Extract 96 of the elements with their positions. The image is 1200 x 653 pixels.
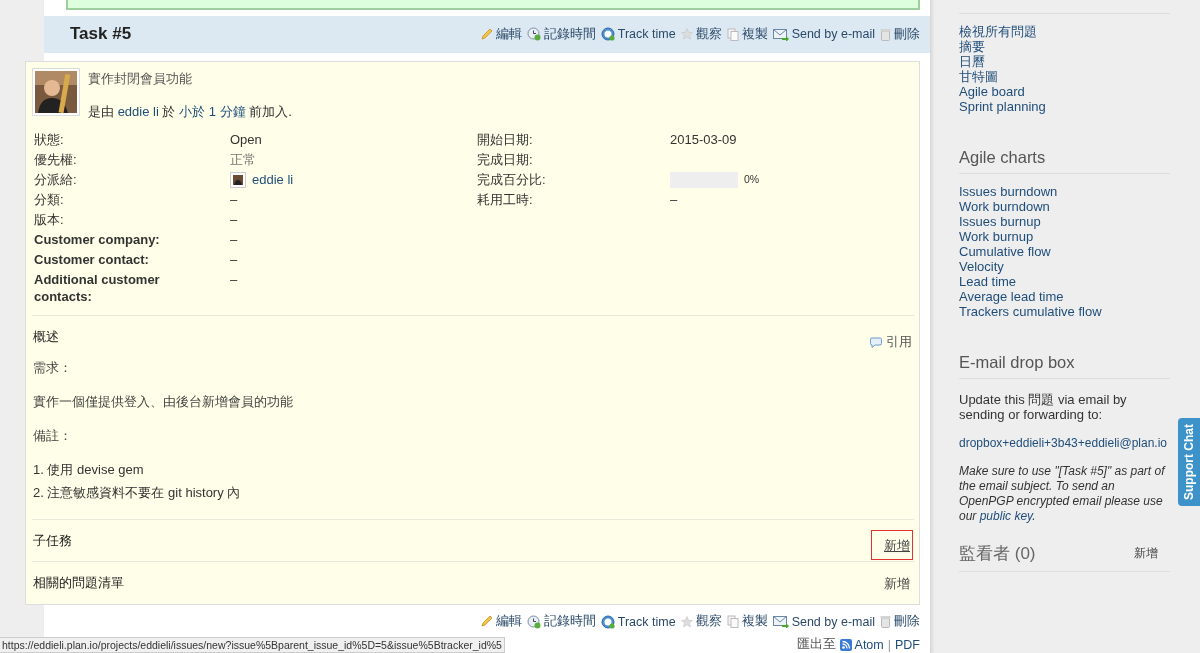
section-heading: 子任務 bbox=[33, 531, 72, 550]
email-note: Make sure to use "[Task #5]" as part of the email subject. To send an OpenPGP encrypted email please use our public key. bbox=[959, 464, 1167, 524]
sidebar-link[interactable]: Average lead time bbox=[959, 289, 1170, 304]
action-link[interactable]: Track time bbox=[600, 27, 676, 42]
field-label: Customer contact: bbox=[34, 251, 149, 268]
email-instructions: Update this 問題 via email by sending or forwarding to: bbox=[959, 392, 1128, 422]
sidebar-link[interactable]: 檢視所有問題 bbox=[959, 24, 1170, 39]
description-text: 實作一個僅提供登入、由後台新增會員的功能 bbox=[33, 393, 294, 411]
stopwatch-icon bbox=[600, 27, 615, 42]
action-link[interactable]: 編輯 bbox=[479, 613, 522, 630]
email-address-link[interactable]: dropbox+eddieli+3b43+eddieli@plan.io bbox=[959, 436, 1170, 450]
clock-icon bbox=[526, 27, 541, 42]
atom-link[interactable]: Atom bbox=[839, 637, 884, 652]
author-link[interactable]: eddie li bbox=[117, 104, 159, 119]
star-icon bbox=[680, 615, 693, 628]
sidebar-heading: 監看者 (0) bbox=[959, 543, 1036, 565]
sidebar-link[interactable]: Sprint planning bbox=[959, 99, 1170, 114]
field-value: Open bbox=[230, 131, 262, 148]
pdf-link[interactable]: PDF bbox=[895, 637, 920, 652]
author-line: 是由 eddie li 於 小於 1 分鐘 前加入. bbox=[88, 103, 292, 121]
field-label: 版本: bbox=[34, 211, 64, 228]
field-label: 開始日期: bbox=[477, 131, 533, 148]
section-heading: 概述 bbox=[33, 328, 59, 346]
user-avatar bbox=[230, 171, 246, 188]
field-value: – bbox=[230, 271, 238, 288]
action-link[interactable]: 編輯 bbox=[479, 25, 522, 43]
progress-percent: 0% bbox=[744, 172, 760, 187]
action-link[interactable]: 記錄時間 bbox=[526, 25, 596, 43]
action-link[interactable]: Track time bbox=[600, 614, 676, 629]
field-label: 完成日期: bbox=[477, 151, 533, 168]
add-link[interactable]: 新增 bbox=[871, 529, 913, 560]
sidebar-link[interactable]: Velocity bbox=[959, 259, 1170, 274]
description-text: 備註： bbox=[33, 427, 73, 445]
field-label: 分類: bbox=[34, 191, 64, 208]
field-value: – bbox=[230, 231, 238, 248]
action-link[interactable]: 複製 bbox=[726, 613, 768, 630]
quote-link[interactable]: 引用 bbox=[870, 333, 912, 351]
action-link[interactable]: 複製 bbox=[726, 25, 768, 43]
sidebar-heading: E-mail drop box bbox=[959, 353, 1076, 372]
sidebar-link[interactable]: Trackers cumulative flow bbox=[959, 304, 1170, 319]
issue-subject: 實作封閉會員功能 bbox=[88, 70, 193, 88]
separator: | bbox=[887, 637, 891, 652]
sidebar-link[interactable]: 日曆 bbox=[959, 54, 1170, 69]
description-text: 需求： bbox=[33, 359, 73, 377]
field-value: – bbox=[230, 191, 238, 208]
field-label: Additional customer contacts: bbox=[34, 271, 161, 305]
field-label: 耗用工時: bbox=[477, 191, 533, 208]
sidebar-link[interactable]: Work burndown bbox=[959, 199, 1170, 214]
action-link[interactable]: 刪除 bbox=[880, 25, 920, 43]
sidebar-link[interactable]: Work burnup bbox=[959, 229, 1170, 244]
trash-icon bbox=[880, 27, 891, 41]
user-avatar bbox=[32, 68, 80, 116]
pencil-icon bbox=[479, 615, 493, 628]
add-link[interactable]: 新增 bbox=[871, 568, 913, 598]
field-label: 完成百分比: bbox=[477, 171, 546, 188]
envelope-icon bbox=[772, 27, 789, 41]
issue-title: Task #5 bbox=[70, 24, 132, 45]
time-link[interactable]: 小於 1 分鐘 bbox=[179, 104, 246, 119]
export-label: 匯出至 bbox=[796, 636, 836, 653]
envelope-icon bbox=[772, 615, 789, 628]
sidebar-heading: Agile charts bbox=[959, 148, 1047, 167]
action-link[interactable]: 觀察 bbox=[680, 613, 722, 630]
sidebar-link[interactable]: Cumulative flow bbox=[959, 244, 1170, 259]
field-label: 優先權: bbox=[34, 151, 77, 168]
sidebar-link[interactable]: 摘要 bbox=[959, 39, 1170, 54]
speech-bubble-icon bbox=[870, 336, 882, 348]
status-bar-url: https://eddieli.plan.io/projects/eddieli/issues/new?issue%5Bparent_issue_id%5D=5&issue%5Btracker_id%5 bbox=[0, 637, 505, 653]
sidebar-link[interactable]: Agile board bbox=[959, 84, 1170, 99]
sidebar-link[interactable]: Lead time bbox=[959, 274, 1170, 289]
action-link[interactable]: 記錄時間 bbox=[526, 613, 596, 630]
assignee-link[interactable]: eddie li bbox=[252, 171, 294, 188]
list-item: 1. 使用 devise gem bbox=[33, 461, 145, 479]
copy-icon bbox=[726, 615, 739, 628]
add-watcher-link[interactable]: 新增 bbox=[1134, 545, 1158, 562]
stopwatch-icon bbox=[600, 614, 615, 629]
section-heading: 相關的問題清單 bbox=[33, 574, 124, 592]
sidebar-link[interactable]: 甘特圖 bbox=[959, 69, 1170, 84]
field-value: 2015-03-09 bbox=[670, 131, 737, 148]
star-icon bbox=[680, 28, 693, 41]
action-link[interactable]: Send by e-mail bbox=[772, 614, 875, 629]
field-value: – bbox=[230, 211, 238, 228]
sidebar-link[interactable]: Issues burnup bbox=[959, 214, 1170, 229]
action-link[interactable]: Send by e-mail bbox=[772, 27, 875, 42]
action-link[interactable]: 觀察 bbox=[680, 25, 722, 43]
trash-icon bbox=[880, 615, 891, 628]
list-item: 2. 注意敏感資料不要在 git history 內 bbox=[33, 484, 242, 502]
sidebar-link[interactable]: Issues burndown bbox=[959, 184, 1170, 199]
field-label: 分派給: bbox=[34, 171, 77, 188]
pencil-icon bbox=[479, 27, 493, 41]
action-link[interactable]: 刪除 bbox=[880, 613, 920, 630]
field-value: – bbox=[670, 191, 678, 208]
field-label: 狀態: bbox=[34, 131, 64, 148]
clock-icon bbox=[526, 614, 541, 629]
field-label: Customer company: bbox=[34, 231, 160, 248]
copy-icon bbox=[726, 27, 739, 41]
field-value: – bbox=[230, 251, 238, 268]
